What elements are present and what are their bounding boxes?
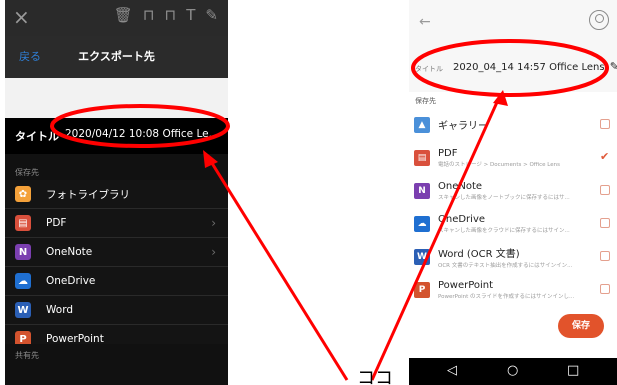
list-item-subtitle: スキャンした画像をクラウドに保存するにはサイン... [438, 227, 570, 234]
onedrive-icon: ☁ [15, 273, 31, 289]
pen-icon[interactable]: ✎ [205, 6, 218, 24]
checkbox[interactable] [600, 284, 610, 294]
list-item-onedrive[interactable]: ☁ OneDrive [5, 267, 228, 296]
list-item-onenote[interactable]: N OneNote スキャンした画像をノートブックに保存するにはサ... [409, 174, 617, 207]
list-item-pdf[interactable]: ▤ PDF › [5, 209, 228, 238]
export-destination-list: ▲ ギャラリー ▤ PDF 電話のストレージ > Documents > Off… [409, 108, 617, 306]
checkbox[interactable] [600, 185, 610, 195]
delete-icon[interactable]: 🗑 [114, 6, 133, 24]
edit-pencil-icon[interactable]: ✎ [610, 60, 617, 73]
list-item-label: OneNote [438, 180, 483, 192]
list-item-label: ギャラリー [438, 121, 488, 132]
list-item-powerpoint[interactable]: P PowerPoint PowerPoint のスライドを作成するにはサインイ… [409, 273, 617, 306]
gallery-icon: ▲ [414, 116, 430, 133]
title-field[interactable]: 2020/04/12 10:08 Office Le... [65, 128, 225, 140]
back-arrow-icon[interactable]: ← [419, 14, 431, 30]
list-item-label: Word [46, 304, 73, 316]
title-label: タイトル [15, 130, 59, 143]
checkbox[interactable] [600, 251, 610, 261]
close-icon[interactable]: × [13, 6, 30, 28]
export-nav-bar: 戻る エクスポート先 [5, 36, 228, 78]
list-item-label: フォトライブラリ [46, 188, 130, 201]
list-item-gallery[interactable]: ▲ ギャラリー [409, 108, 617, 141]
title-field[interactable]: 2020_04_14 14:57 Office Lens [453, 62, 605, 73]
share-section: 共有先 [5, 344, 228, 385]
powerpoint-icon: P [414, 281, 430, 298]
nav-home-icon[interactable]: ○ [507, 362, 518, 380]
checkbox[interactable] [600, 119, 610, 129]
list-item-subtitle: PowerPoint のスライドを作成するにはサインインし... [438, 293, 575, 300]
list-item-subtitle: 電話のストレージ > Documents > Office Lens [438, 161, 560, 168]
android-export-screen: ← タイトル 2020_04_14 14:57 Office Lens ✎ 保存… [409, 0, 617, 385]
android-app-bar: ← [409, 0, 617, 48]
list-item-word[interactable]: W Word [5, 296, 228, 325]
photos-icon: ✿ [15, 186, 31, 202]
onenote-icon: N [15, 244, 31, 260]
checkbox[interactable] [600, 218, 610, 228]
page-title: エクスポート先 [78, 50, 155, 63]
account-icon[interactable] [589, 10, 609, 30]
title-field-row[interactable]: タイトル 2020_04_14 14:57 Office Lens ✎ [409, 48, 617, 92]
list-item-onenote[interactable]: N OneNote › [5, 238, 228, 267]
text-icon[interactable]: T [186, 6, 195, 24]
nav-recent-icon[interactable]: □ [567, 362, 579, 380]
list-item-word[interactable]: W Word (OCR 文書) OCR 文書のテキスト抽出を作成するにはサインイ… [409, 240, 617, 273]
list-item-label: OneDrive [438, 213, 486, 225]
word-icon: W [15, 302, 31, 318]
export-sheet: 戻る エクスポート先 タイトル 2020/04/12 10:08 Office … [5, 36, 228, 385]
checkbox-checked[interactable]: ✔ [600, 151, 610, 162]
list-item-photo-library[interactable]: ✿ フォトライブラリ [5, 180, 228, 209]
list-item-label: PDF [46, 217, 67, 229]
onedrive-icon: ☁ [414, 215, 430, 232]
pdf-icon: ▤ [414, 149, 430, 166]
save-section-header: 保存先 [415, 97, 436, 105]
pdf-icon: ▤ [15, 215, 31, 231]
ios-export-screen: × 🗑 ⊓ ⊓ T ✎ 戻る エクスポート先 タイトル 2020/04/12 1… [5, 0, 228, 385]
list-item-pdf[interactable]: ▤ PDF 電話のストレージ > Documents > Office Lens… [409, 141, 617, 174]
spacer [5, 78, 228, 118]
callout-label: ココ [357, 368, 393, 385]
save-button[interactable]: 保存 [558, 314, 604, 338]
nav-back-icon[interactable]: ◁ [447, 362, 457, 380]
arrow-line-ios [208, 159, 349, 381]
chevron-right-icon: › [211, 245, 216, 259]
ios-editor-toolbar: × 🗑 ⊓ ⊓ T ✎ [5, 0, 228, 36]
rotate-icon[interactable]: ⊓ [165, 6, 177, 24]
list-item-onedrive[interactable]: ☁ OneDrive スキャンした画像をクラウドに保存するにはサイン... [409, 207, 617, 240]
list-item-label: OneNote [46, 246, 93, 258]
title-field-row[interactable]: タイトル 2020/04/12 10:08 Office Le... [5, 118, 228, 154]
onenote-icon: N [414, 182, 430, 199]
list-item-label: PDF [438, 147, 458, 159]
list-item-label: OneDrive [46, 275, 96, 287]
list-item-subtitle: OCR 文書のテキスト抽出を作成するにはサインイン... [438, 262, 573, 269]
list-item-label: Word (OCR 文書) [438, 248, 520, 260]
title-label: タイトル [415, 65, 443, 73]
editor-tools: 🗑 ⊓ ⊓ T ✎ [114, 6, 218, 24]
chevron-right-icon: › [211, 216, 216, 230]
word-icon: W [414, 248, 430, 265]
save-section-header: 保存先 [5, 154, 228, 180]
list-item-subtitle: スキャンした画像をノートブックに保存するにはサ... [438, 194, 570, 201]
export-destination-list: ✿ フォトライブラリ ▤ PDF › N OneNote › ☁ OneDriv… [5, 180, 228, 354]
share-section-header: 共有先 [15, 351, 39, 360]
android-nav-bar: ◁ ○ □ [409, 358, 617, 385]
list-item-label: PowerPoint [438, 279, 494, 291]
crop-icon[interactable]: ⊓ [143, 6, 155, 24]
